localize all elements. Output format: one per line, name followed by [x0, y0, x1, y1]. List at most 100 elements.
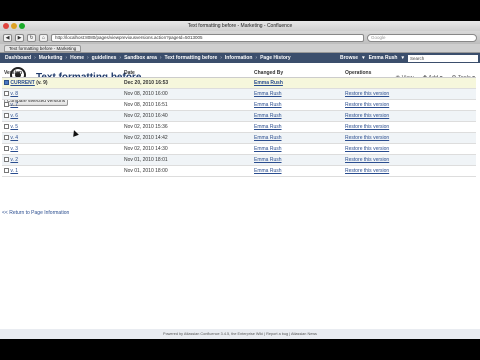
- operations-cell: Restore this version: [343, 154, 476, 166]
- version-link[interactable]: v. 1: [10, 168, 18, 174]
- version-cell: v. 8: [2, 88, 122, 100]
- table-row: v. 3 Nov 02, 2010 14:30 Emma Rush Restore t…: [2, 143, 476, 155]
- changed-by-cell: Emma Rush: [252, 77, 343, 89]
- user-link[interactable]: Emma Rush: [254, 91, 282, 97]
- version-checkbox[interactable]: [4, 101, 9, 107]
- date-cell: Nov 01, 2010 18:00: [122, 165, 252, 177]
- restore-version-link[interactable]: Restore this version: [345, 146, 389, 152]
- changed-by-cell: Emma Rush: [252, 154, 343, 166]
- home-icon[interactable]: ⌂: [39, 33, 48, 42]
- changed-by-cell: Emma Rush: [252, 110, 343, 122]
- table-row: v. 2 Nov 01, 2010 18:01 Emma Rush Restore t…: [2, 154, 476, 166]
- operations-cell: Restore this version: [343, 143, 476, 155]
- version-checkbox[interactable]: [4, 90, 9, 96]
- changed-by-cell: Emma Rush: [252, 99, 343, 111]
- operations-cell: Restore this version: [343, 132, 476, 144]
- version-link[interactable]: v. 5: [10, 124, 18, 130]
- version-link[interactable]: v. 3: [10, 146, 18, 152]
- breadcrumb-home[interactable]: Home: [67, 55, 87, 61]
- user-link[interactable]: Emma Rush: [254, 102, 282, 108]
- table-row: v. 7 Nov 08, 2010 16:51 Emma Rush Restore t…: [2, 99, 476, 111]
- user-link[interactable]: Emma Rush: [254, 168, 282, 174]
- version-suffix: (v. 9): [34, 79, 48, 86]
- restore-version-link[interactable]: Restore this version: [345, 113, 389, 119]
- table-header-row: Version Date Changed By Operations: [2, 69, 476, 78]
- date-cell: Nov 01, 2010 18:01: [122, 154, 252, 166]
- date-cell: Nov 08, 2010 16:51: [122, 99, 252, 111]
- restore-version-link[interactable]: Restore this version: [345, 102, 389, 108]
- version-link[interactable]: v. 8: [10, 91, 18, 97]
- version-checkbox[interactable]: [4, 167, 9, 173]
- browser-window: Text formatting before - Marketing - Con…: [0, 21, 480, 339]
- close-window-icon[interactable]: [3, 23, 9, 29]
- restore-version-link[interactable]: Restore this version: [345, 135, 389, 141]
- column-header-operations: Operations: [343, 69, 476, 78]
- version-checkbox[interactable]: [4, 156, 9, 162]
- user-link[interactable]: Emma Rush: [254, 157, 282, 163]
- version-table: Version Date Changed By Operations CURRE…: [2, 69, 476, 177]
- forward-icon[interactable]: ▶: [15, 33, 24, 42]
- operations-cell: Restore this version: [343, 121, 476, 133]
- version-link[interactable]: v. 2: [10, 157, 18, 163]
- browse-menu[interactable]: Browse: [340, 55, 358, 61]
- version-checkbox[interactable]: [4, 123, 9, 129]
- breadcrumb-information[interactable]: Information: [222, 55, 256, 61]
- confluence-search-input[interactable]: Search: [408, 54, 478, 62]
- date-cell: Nov 02, 2010 14:42: [122, 132, 252, 144]
- window-controls: [3, 23, 25, 29]
- date-cell: Dec 20, 2010 16:53: [122, 77, 252, 89]
- table-row: CURRENT (v. 9) Dec 20, 2010 16:53 Emma Rus…: [2, 77, 476, 89]
- date-cell: Nov 02, 2010 15:36: [122, 121, 252, 133]
- version-cell: v. 7: [2, 99, 122, 111]
- breadcrumb-marketing[interactable]: Marketing: [36, 55, 66, 61]
- version-link[interactable]: v. 7: [10, 102, 18, 108]
- restore-version-link[interactable]: Restore this version: [345, 124, 389, 130]
- operations-cell: Restore this version: [343, 110, 476, 122]
- zoom-window-icon[interactable]: [19, 23, 25, 29]
- browser-toolbar: ◀ ▶ ↻ ⌂ http://localhost:8080/pages/view…: [0, 31, 480, 44]
- changed-by-cell: Emma Rush: [252, 165, 343, 177]
- table-row: v. 1 Nov 01, 2010 18:00 Emma Rush Restore t…: [2, 165, 476, 177]
- user-link[interactable]: Emma Rush: [254, 135, 282, 141]
- breadcrumb-dashboard[interactable]: Dashboard: [2, 55, 34, 61]
- chevron-down-icon: ▾: [401, 55, 404, 61]
- window-title: Text formatting before - Marketing - Con…: [187, 23, 293, 29]
- url-field[interactable]: http://localhost:8080/pages/viewprevious…: [51, 33, 364, 42]
- column-header-changed-by: Changed By: [252, 69, 343, 78]
- changed-by-cell: Emma Rush: [252, 121, 343, 133]
- version-cell: v. 4: [2, 132, 122, 144]
- restore-version-link[interactable]: Restore this version: [345, 157, 389, 163]
- user-link[interactable]: Emma Rush: [254, 113, 282, 119]
- version-link[interactable]: CURRENT: [10, 80, 34, 86]
- return-to-page-information-link[interactable]: << Return to Page Information: [2, 210, 69, 216]
- version-checkbox[interactable]: [4, 79, 9, 85]
- user-link[interactable]: Emma Rush: [254, 80, 283, 86]
- version-link[interactable]: v. 4: [10, 135, 18, 141]
- version-checkbox[interactable]: [4, 145, 9, 151]
- breadcrumb-sandbox[interactable]: Sandbox area: [121, 55, 160, 61]
- version-cell: v. 5: [2, 121, 122, 133]
- user-link[interactable]: Emma Rush: [254, 146, 282, 152]
- user-link[interactable]: Emma Rush: [254, 124, 282, 130]
- breadcrumb-page-history: Page History: [260, 55, 291, 61]
- version-checkbox[interactable]: [4, 134, 9, 140]
- changed-by-cell: Emma Rush: [252, 88, 343, 100]
- breadcrumb-guidelines[interactable]: guidelines: [89, 55, 120, 61]
- version-cell: v. 3: [2, 143, 122, 155]
- version-cell: v. 1: [2, 165, 122, 177]
- browser-search-field[interactable]: Google: [367, 33, 477, 42]
- back-icon[interactable]: ◀: [3, 33, 12, 42]
- breadcrumb-page[interactable]: Text formatting before: [162, 55, 221, 61]
- user-menu[interactable]: Emma Rush: [369, 55, 398, 61]
- reload-icon[interactable]: ↻: [27, 33, 36, 42]
- confluence-nav: Dashboard › Marketing › Home › guidelines › …: [0, 53, 480, 63]
- tab-bar: Text formatting before - Marketing: [0, 44, 480, 53]
- minimize-window-icon[interactable]: [11, 23, 17, 29]
- operations-cell: Restore this version: [343, 88, 476, 100]
- restore-version-link[interactable]: Restore this version: [345, 91, 389, 97]
- version-checkbox[interactable]: [4, 112, 9, 118]
- version-link[interactable]: v. 6: [10, 113, 18, 119]
- browser-tab[interactable]: Text formatting before - Marketing: [4, 44, 82, 52]
- date-cell: Nov 02, 2010 14:30: [122, 143, 252, 155]
- restore-version-link[interactable]: Restore this version: [345, 168, 389, 174]
